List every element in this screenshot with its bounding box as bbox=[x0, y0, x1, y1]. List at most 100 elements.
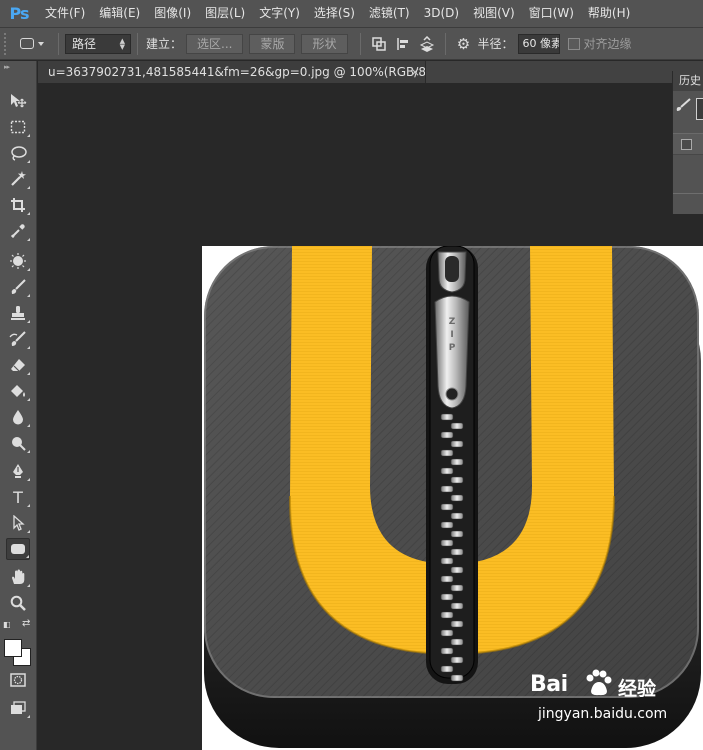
watermark-suffix: 经验 bbox=[618, 678, 657, 700]
gear-icon: ⚙ bbox=[456, 34, 471, 53]
type-icon: T bbox=[13, 487, 23, 507]
radius-input[interactable]: 60 像素 bbox=[517, 33, 560, 54]
screen-mode-button[interactable] bbox=[6, 697, 30, 719]
spot-healing-tool[interactable] bbox=[6, 250, 30, 272]
app-logo: Ps bbox=[9, 4, 30, 23]
options-grip[interactable] bbox=[4, 32, 10, 55]
blur-icon bbox=[13, 410, 23, 425]
tool-group-indicator bbox=[27, 134, 30, 137]
history-brush-source-button[interactable] bbox=[676, 98, 703, 120]
menu-file[interactable]: 文件(F) bbox=[38, 0, 92, 27]
history-brush-tool[interactable] bbox=[6, 328, 30, 350]
radius-label: 半径： bbox=[477, 37, 514, 51]
menu-type[interactable]: 文字(Y) bbox=[252, 0, 307, 27]
path-arrangement-button[interactable] bbox=[415, 33, 439, 55]
tool-group-indicator bbox=[27, 268, 30, 271]
menu-layer[interactable]: 图层(L) bbox=[198, 0, 252, 27]
menu-help[interactable]: 帮助(H) bbox=[581, 0, 637, 27]
marquee-tool[interactable] bbox=[6, 116, 30, 138]
menu-view[interactable]: 视图(V) bbox=[466, 0, 522, 27]
path-alignment-button[interactable] bbox=[391, 33, 415, 55]
divider bbox=[444, 32, 446, 55]
swap-colors-icon[interactable]: ⇄ bbox=[22, 618, 30, 629]
divider bbox=[673, 193, 703, 194]
eraser-tool[interactable] bbox=[6, 354, 30, 376]
history-panel-title[interactable]: 历史 bbox=[673, 71, 703, 91]
zipper-tooth bbox=[450, 584, 464, 592]
clone-stamp-tool[interactable] bbox=[6, 302, 30, 324]
paint-bucket-tool[interactable] bbox=[6, 380, 30, 402]
zipper-tooth bbox=[450, 494, 464, 502]
make-selection-button[interactable]: 选区... bbox=[186, 33, 244, 54]
eyedropper-tool[interactable] bbox=[6, 220, 30, 242]
tool-group-indicator bbox=[27, 530, 30, 533]
zipper-tooth bbox=[450, 638, 464, 646]
zipper-tooth bbox=[440, 593, 454, 601]
menu-image[interactable]: 图像(I) bbox=[147, 0, 198, 27]
menu-select[interactable]: 选择(S) bbox=[307, 0, 362, 27]
close-icon[interactable]: × bbox=[410, 61, 424, 83]
zipper-tooth bbox=[450, 440, 464, 448]
lasso-icon bbox=[11, 146, 27, 161]
make-shape-button[interactable]: 形状 bbox=[301, 33, 348, 54]
history-brush-icon bbox=[9, 331, 26, 346]
move-tool[interactable] bbox=[6, 90, 30, 112]
tool-group-indicator bbox=[27, 424, 30, 427]
magic-wand-tool[interactable] bbox=[6, 168, 30, 190]
zipper-tag-text: Z bbox=[449, 317, 456, 327]
zoom-tool[interactable] bbox=[6, 592, 30, 614]
baidu-jingyan-watermark: Bai 经验 jingyan.baidu.com bbox=[530, 669, 690, 732]
tool-group-indicator bbox=[27, 238, 30, 241]
align-edges-checkbox[interactable] bbox=[567, 37, 580, 50]
type-tool[interactable]: T bbox=[6, 486, 30, 508]
menu-filter[interactable]: 滤镜(T) bbox=[362, 0, 417, 27]
dodge-tool[interactable] bbox=[6, 432, 30, 454]
tool-mode-select[interactable]: 路径 ▲ ▼ bbox=[65, 33, 131, 54]
align-edges-label: 对齐边缘 bbox=[583, 37, 632, 51]
blur-tool[interactable] bbox=[6, 406, 30, 428]
zipper-tooth bbox=[450, 602, 464, 610]
hand-tool[interactable] bbox=[6, 566, 30, 588]
eyedropper-icon bbox=[10, 224, 25, 239]
brush-icon bbox=[11, 279, 26, 294]
make-mask-button[interactable]: 蒙版 bbox=[249, 33, 296, 54]
menu-edit[interactable]: 编辑(E) bbox=[92, 0, 147, 27]
default-colors-icon[interactable]: ◧ bbox=[3, 620, 13, 630]
dodge-icon bbox=[12, 437, 26, 451]
magic-wand-icon bbox=[11, 171, 26, 186]
crop-icon bbox=[11, 198, 25, 212]
tool-group-indicator bbox=[27, 478, 30, 481]
menu-window[interactable]: 窗口(W) bbox=[522, 0, 581, 27]
crop-tool[interactable] bbox=[6, 194, 30, 216]
zipper-tooth bbox=[450, 458, 464, 466]
path-select-icon bbox=[13, 515, 25, 531]
brush-tool[interactable] bbox=[6, 276, 30, 298]
quick-mask-button[interactable] bbox=[6, 669, 30, 691]
geometry-options-button[interactable]: ⚙ bbox=[452, 33, 476, 55]
zipper-tooth bbox=[440, 467, 454, 475]
chevron-down-icon bbox=[38, 41, 44, 46]
menu-3d[interactable]: 3D(D) bbox=[417, 0, 466, 27]
tools-panel: ▸▸ T ◧ ⇄ bbox=[0, 61, 37, 750]
pen-tool[interactable] bbox=[6, 460, 30, 482]
history-brush-icon bbox=[676, 98, 691, 111]
snapshot-thumbnail bbox=[696, 98, 703, 120]
tool-preset-picker[interactable] bbox=[20, 33, 52, 55]
rounded-rectangle-tool[interactable] bbox=[6, 538, 30, 560]
zipper-tooth bbox=[440, 539, 454, 547]
lasso-tool[interactable] bbox=[6, 142, 30, 164]
quick-mask-icon bbox=[10, 673, 26, 687]
foreground-color-swatch[interactable] bbox=[4, 639, 22, 657]
collapse-icon[interactable]: ▸▸ bbox=[0, 61, 36, 73]
zipper-tooth bbox=[440, 557, 454, 565]
zipper-tooth bbox=[450, 656, 464, 664]
zipper-tooth bbox=[450, 422, 464, 430]
path-selection-tool[interactable] bbox=[6, 512, 30, 534]
pen-icon bbox=[13, 464, 23, 478]
make-label: 建立： bbox=[146, 37, 183, 51]
path-operations-button[interactable] bbox=[367, 33, 391, 55]
history-state-row[interactable] bbox=[673, 133, 703, 155]
document-tab[interactable]: u=3637902731,481585441&fm=26&gp=0.jpg @ … bbox=[38, 61, 426, 83]
zipper-tooth bbox=[440, 629, 454, 637]
history-state-checkbox[interactable] bbox=[681, 139, 692, 150]
